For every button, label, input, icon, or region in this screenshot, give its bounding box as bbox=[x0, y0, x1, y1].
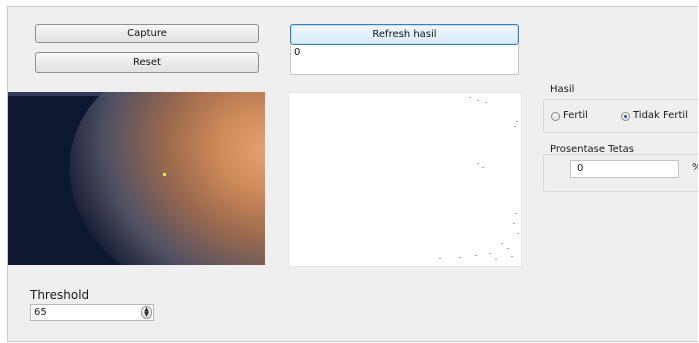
egg-image-region bbox=[38, 92, 265, 265]
noise-speck bbox=[516, 121, 518, 122]
threshold-value[interactable]: 65 bbox=[34, 307, 47, 318]
hasil-label: Hasil bbox=[550, 84, 575, 95]
fertil-option-label[interactable]: Fertil bbox=[563, 110, 588, 121]
noise-speck bbox=[477, 163, 479, 164]
refresh-hasil-button[interactable]: Refresh hasil bbox=[290, 24, 519, 45]
noise-speck bbox=[515, 213, 517, 214]
noise-speck bbox=[482, 167, 484, 168]
app-window: Capture Reset Refresh hasil 0 Hasil Fert… bbox=[7, 6, 698, 342]
noise-speck bbox=[475, 255, 477, 256]
camera-preview bbox=[8, 92, 265, 265]
radio-unchecked-icon[interactable] bbox=[551, 112, 560, 121]
noise-speck bbox=[513, 223, 515, 224]
noise-speck bbox=[485, 102, 487, 103]
percent-unit-label: % bbox=[692, 162, 698, 173]
threshold-label: Threshold bbox=[30, 288, 90, 302]
tidak-fertil-option-label[interactable]: Tidak Fertil bbox=[633, 110, 688, 121]
noise-speck bbox=[489, 253, 491, 254]
noise-speck bbox=[501, 243, 503, 244]
noise-speck bbox=[514, 126, 516, 127]
noise-speck bbox=[459, 257, 461, 258]
noise-speck bbox=[469, 97, 471, 98]
capture-button[interactable]: Capture bbox=[35, 24, 259, 43]
noise-speck bbox=[477, 100, 479, 101]
reset-button[interactable]: Reset bbox=[35, 52, 259, 73]
noise-speck bbox=[495, 259, 497, 260]
camera-marker bbox=[163, 173, 166, 176]
noise-speck bbox=[517, 233, 519, 234]
radio-checked-icon[interactable] bbox=[621, 112, 630, 121]
noise-speck bbox=[507, 248, 509, 249]
noise-speck bbox=[439, 258, 441, 259]
noise-speck bbox=[511, 256, 513, 257]
spin-arrows-icon[interactable]: ▲ ▼ bbox=[141, 306, 152, 319]
prosentase-input[interactable]: 0 bbox=[570, 160, 679, 178]
threshold-spinbox[interactable]: 65 ▲ ▼ bbox=[30, 304, 154, 321]
result-textbox[interactable]: 0 bbox=[290, 45, 519, 75]
processed-image bbox=[288, 92, 522, 267]
